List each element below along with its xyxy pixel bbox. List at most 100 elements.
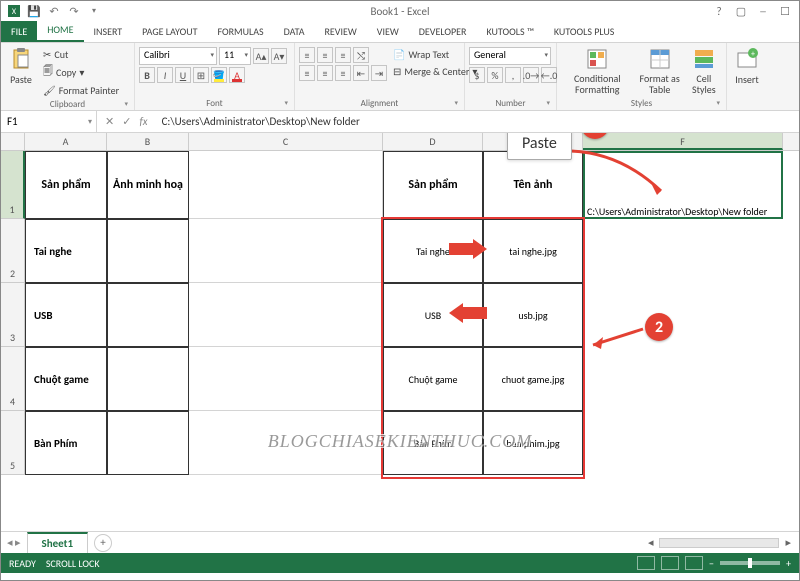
comma-icon[interactable]: , xyxy=(505,67,521,83)
cell-C3[interactable] xyxy=(189,283,383,347)
cell-D4[interactable]: Chuột game xyxy=(383,347,483,411)
view-layout-icon[interactable] xyxy=(661,556,679,570)
help-icon[interactable]: ? xyxy=(709,3,729,19)
font-size-select[interactable]: 11 xyxy=(219,47,251,65)
row-3[interactable]: 3 xyxy=(1,283,25,347)
minimize-icon[interactable]: ─ xyxy=(753,3,773,19)
tab-developer[interactable]: DEVELOPER xyxy=(409,21,477,42)
indent-dec-icon[interactable]: ⇤ xyxy=(353,65,369,81)
underline-button[interactable]: U xyxy=(175,67,191,83)
tab-view[interactable]: VIEW xyxy=(367,21,409,42)
cell-E2[interactable]: tai nghe.jpg xyxy=(483,219,583,283)
spreadsheet-grid[interactable]: A B C D E F 1 2 3 4 5 Sản phẩm Ảnh minh … xyxy=(1,133,799,531)
orientation-icon[interactable]: ⤭ xyxy=(353,47,369,63)
zoom-slider[interactable] xyxy=(720,561,780,565)
cell-C2[interactable] xyxy=(189,219,383,283)
save-icon[interactable]: 💾 xyxy=(27,4,41,18)
cell-styles-button[interactable]: Cell Styles xyxy=(686,45,722,97)
row-2[interactable]: 2 xyxy=(1,219,25,283)
cell-D5[interactable]: Bàn Phím xyxy=(383,411,483,475)
cut-button[interactable]: ✂ Cut xyxy=(41,47,121,62)
paste-button[interactable]: Paste xyxy=(5,45,37,88)
cell-B1[interactable]: Ảnh minh hoạ xyxy=(107,151,189,219)
align-top-icon[interactable]: ≡ xyxy=(299,47,315,63)
col-B[interactable]: B xyxy=(107,133,189,150)
cell-C4[interactable] xyxy=(189,347,383,411)
redo-icon[interactable]: ↷ xyxy=(67,4,81,18)
tab-data[interactable]: DATA xyxy=(274,21,315,42)
row-1[interactable]: 1 xyxy=(1,151,25,219)
cell-E4[interactable]: chuot game.jpg xyxy=(483,347,583,411)
tab-insert[interactable]: INSERT xyxy=(84,21,133,42)
tab-review[interactable]: REVIEW xyxy=(314,21,366,42)
add-sheet-button[interactable]: + xyxy=(94,534,112,552)
row-5[interactable]: 5 xyxy=(1,411,25,475)
increase-font-icon[interactable]: A▴ xyxy=(253,48,269,64)
col-C[interactable]: C xyxy=(189,133,383,150)
cell-A5[interactable]: Bàn Phím xyxy=(25,411,107,475)
undo-icon[interactable]: ↶ xyxy=(47,4,61,18)
zoom-in-icon[interactable]: + xyxy=(786,557,791,570)
zoom-out-icon[interactable]: − xyxy=(709,557,714,570)
align-mid-icon[interactable]: ≡ xyxy=(317,47,333,63)
fx-icon[interactable]: fx xyxy=(139,115,147,128)
select-all-corner[interactable] xyxy=(1,133,25,150)
align-left-icon[interactable]: ≡ xyxy=(299,65,315,81)
decrease-font-icon[interactable]: A▾ xyxy=(271,48,287,64)
cell-B4[interactable] xyxy=(107,347,189,411)
cell-C1[interactable] xyxy=(189,151,383,219)
format-table-button[interactable]: Format as Table xyxy=(634,45,686,97)
tab-file[interactable]: FILE xyxy=(1,21,37,42)
enter-icon[interactable]: ✓ xyxy=(122,115,131,128)
percent-icon[interactable]: % xyxy=(487,67,503,83)
col-D[interactable]: D xyxy=(383,133,483,150)
cell-D1[interactable]: Sản phẩm xyxy=(383,151,483,219)
tab-formulas[interactable]: FORMULAS xyxy=(207,21,273,42)
cell-B5[interactable] xyxy=(107,411,189,475)
cell-A3[interactable]: USB xyxy=(25,283,107,347)
number-format-select[interactable]: General xyxy=(469,47,551,65)
cond-format-button[interactable]: Conditional Formatting xyxy=(561,45,634,97)
cell-A4[interactable]: Chuột game xyxy=(25,347,107,411)
cell-E5[interactable]: ban phim.jpg xyxy=(483,411,583,475)
ribbon-opts-icon[interactable]: ▢ xyxy=(731,3,751,19)
copy-button[interactable]: 🗐 Copy ▾ xyxy=(41,63,121,82)
inc-decimal-icon[interactable]: .0→ xyxy=(523,67,539,83)
fill-color-button[interactable]: 🪣 xyxy=(211,67,227,83)
italic-button[interactable]: I xyxy=(157,67,173,83)
cell-E3[interactable]: usb.jpg xyxy=(483,283,583,347)
window-icon[interactable]: ☐ xyxy=(775,3,795,19)
view-normal-icon[interactable] xyxy=(637,556,655,570)
sheet-tab-1[interactable]: Sheet1 xyxy=(27,532,89,553)
tab-kutools[interactable]: KUTOOLS ™ xyxy=(476,21,543,42)
cell-C5[interactable] xyxy=(189,411,383,475)
align-right-icon[interactable]: ≡ xyxy=(335,65,351,81)
view-break-icon[interactable] xyxy=(685,556,703,570)
accounting-icon[interactable]: $ xyxy=(469,67,485,83)
tab-pagelayout[interactable]: PAGE LAYOUT xyxy=(132,21,207,42)
name-box[interactable]: F1 xyxy=(1,111,97,132)
indent-inc-icon[interactable]: ⇥ xyxy=(371,65,387,81)
formula-input[interactable]: C:\Users\Administrator\Desktop\New folde… xyxy=(156,115,799,128)
hscroll-right-icon[interactable]: ▸ xyxy=(785,536,791,549)
hscrollbar[interactable] xyxy=(659,538,779,548)
cell-B2[interactable] xyxy=(107,219,189,283)
font-color-button[interactable]: A xyxy=(229,67,245,83)
align-bot-icon[interactable]: ≡ xyxy=(335,47,351,63)
bold-button[interactable]: B xyxy=(139,67,155,83)
tab-kutoolsplus[interactable]: KUTOOLS PLUS xyxy=(544,21,625,42)
dec-decimal-icon[interactable]: ←.0 xyxy=(541,67,557,83)
font-name-select[interactable]: Calibri xyxy=(139,47,217,65)
insert-cells-button[interactable]: + Insert xyxy=(731,45,763,88)
cell-A1[interactable]: Sản phẩm xyxy=(25,151,107,219)
cancel-icon[interactable]: ✕ xyxy=(105,115,114,128)
hscroll-left-icon[interactable]: ◂ xyxy=(648,536,654,549)
col-A[interactable]: A xyxy=(25,133,107,150)
border-button[interactable]: ⊞ xyxy=(193,67,209,83)
format-painter-button[interactable]: 🖌 Format Painter xyxy=(41,83,121,98)
sheet-nav[interactable]: ◂ ▸ xyxy=(1,536,27,549)
row-4[interactable]: 4 xyxy=(1,347,25,411)
align-center-icon[interactable]: ≡ xyxy=(317,65,333,81)
tab-home[interactable]: HOME xyxy=(37,19,83,42)
cell-B3[interactable] xyxy=(107,283,189,347)
